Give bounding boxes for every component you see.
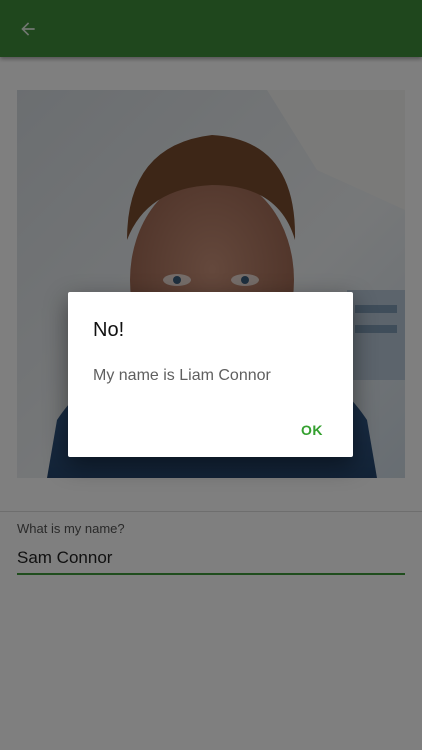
dialog-message: My name is Liam Connor — [93, 367, 271, 384]
dialog-title: No! — [93, 319, 125, 341]
result-dialog: No! My name is Liam Connor OK — [68, 292, 353, 457]
ok-button[interactable]: OK — [289, 416, 335, 444]
quiz-screen: What is my name? No! My name is Liam Con… — [0, 0, 422, 750]
